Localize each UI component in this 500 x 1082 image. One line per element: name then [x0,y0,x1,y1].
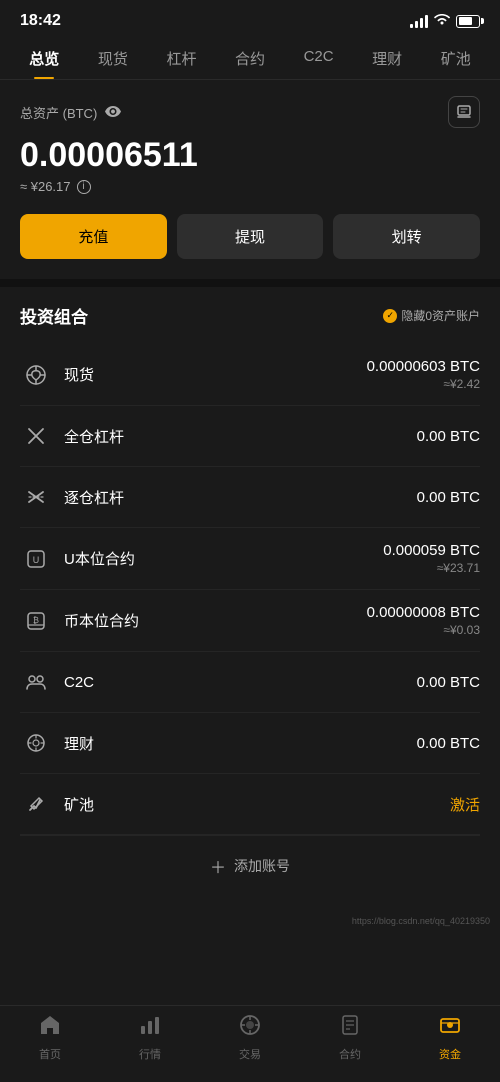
funds-icon [439,1014,461,1042]
cross-margin-icon [20,420,52,452]
c2c-btc-value: 0.00 BTC [417,674,480,691]
bottom-nav-home[interactable]: 首页 [0,1014,100,1062]
tab-overview[interactable]: 总览 [10,38,79,79]
coin-contract-label: 币本位合约 [64,610,139,631]
action-buttons: 充值 提现 划转 [20,214,480,259]
funds-label: 资金 [439,1046,461,1062]
mining-icon [20,788,52,820]
usd-contract-cny-value: ≈¥23.71 [383,561,480,575]
nav-tabs: 总览 现货 杠杆 合约 C2C 理财 矿池 [0,38,500,80]
finance-icon [20,727,52,759]
deposit-button[interactable]: 充值 [20,214,167,259]
isolated-margin-label: 逐仓杠杆 [64,487,124,508]
asset-section: 总资产 (BTC) 0.00006511 ≈ ¥26.17 i 充值 提现 划转 [0,80,500,279]
wifi-icon [434,14,450,29]
tab-c2c[interactable]: C2C [284,38,353,79]
coin-contract-btc-value: 0.00000008 BTC [367,604,480,621]
asset-fiat: ≈ ¥26.17 i [20,179,480,194]
add-account-label: 添加账号 [234,856,290,876]
transfer-button[interactable]: 划转 [333,214,480,259]
bottom-nav-market[interactable]: 行情 [100,1014,200,1062]
list-item[interactable]: 全仓杠杆 0.00 BTC [20,406,480,467]
c2c-label: C2C [64,674,94,691]
list-item[interactable]: 矿池 激活 [20,774,480,835]
divider [0,279,500,287]
history-icon[interactable] [448,96,480,128]
asset-label: 总资产 (BTC) [20,96,480,128]
cross-margin-btc-value: 0.00 BTC [417,428,480,445]
usd-contract-icon: U [20,543,52,575]
contract-icon [339,1014,361,1042]
tab-finance[interactable]: 理财 [353,38,422,79]
coin-contract-cny-value: ≈¥0.03 [367,623,480,637]
spot-btc-value: 0.00000603 BTC [367,358,480,375]
list-item[interactable]: 现货 0.00000603 BTC ≈¥2.42 [20,344,480,406]
usd-contract-label: U本位合约 [64,548,135,569]
add-account-button[interactable]: ＋ 添加账号 [20,835,480,896]
list-item[interactable]: U U本位合约 0.000059 BTC ≈¥23.71 [20,528,480,590]
home-label: 首页 [39,1046,61,1062]
market-label: 行情 [139,1046,161,1062]
cross-margin-label: 全仓杠杆 [64,426,124,447]
svg-text:U: U [33,555,40,565]
coin-contract-icon: ₿ [20,605,52,637]
spot-cny-value: ≈¥2.42 [367,377,480,391]
hide-assets-toggle[interactable]: ✓ 隐藏0资产账户 [383,307,480,324]
portfolio-section: 投资组合 ✓ 隐藏0资产账户 现货 0.00000603 BTC ≈¥2.42 [0,287,500,912]
usd-contract-btc-value: 0.000059 BTC [383,542,480,559]
finance-btc-value: 0.00 BTC [417,735,480,752]
watermark: https://blog.csdn.net/qq_40219350 [0,912,500,930]
bottom-nav-contract[interactable]: 合约 [300,1014,400,1062]
portfolio-title: 投资组合 [20,303,88,328]
list-item[interactable]: ₿ 币本位合约 0.00000008 BTC ≈¥0.03 [20,590,480,652]
list-item[interactable]: 逐仓杠杆 0.00 BTC [20,467,480,528]
isolated-margin-btc-value: 0.00 BTC [417,489,480,506]
asset-amount: 0.00006511 [20,136,480,175]
portfolio-header: 投资组合 ✓ 隐藏0资产账户 [20,303,480,328]
contract-label: 合约 [339,1046,361,1062]
spot-label: 现货 [64,364,94,385]
c2c-icon [20,666,52,698]
spot-icon [20,359,52,391]
plus-icon: ＋ [210,854,226,878]
list-item[interactable]: C2C 0.00 BTC [20,652,480,713]
market-icon [139,1014,161,1042]
status-icons [410,14,480,29]
withdraw-button[interactable]: 提现 [177,214,324,259]
mining-activate-button[interactable]: 激活 [450,794,480,815]
trade-icon [239,1014,261,1042]
mining-label: 矿池 [64,794,94,815]
asset-label-text: 总资产 (BTC) [20,103,97,122]
bottom-nav: 首页 行情 交易 [0,1005,500,1082]
status-bar: 18:42 [0,0,500,38]
trade-label: 交易 [239,1046,261,1062]
tab-mining[interactable]: 矿池 [421,38,490,79]
isolated-margin-icon [20,481,52,513]
battery-icon [456,15,480,28]
home-icon [39,1014,61,1042]
bottom-nav-trade[interactable]: 交易 [200,1014,300,1062]
check-icon: ✓ [383,309,397,323]
info-icon[interactable]: i [77,180,91,194]
finance-label: 理财 [64,733,94,754]
eye-icon[interactable] [105,104,121,120]
tab-leverage[interactable]: 杠杆 [147,38,216,79]
tab-contract[interactable]: 合约 [216,38,285,79]
svg-text:₿: ₿ [33,616,39,625]
tab-spot[interactable]: 现货 [79,38,148,79]
list-item[interactable]: 理财 0.00 BTC [20,713,480,774]
bottom-nav-funds[interactable]: 资金 [400,1014,500,1062]
status-time: 18:42 [20,12,61,30]
signal-icon [410,14,428,28]
